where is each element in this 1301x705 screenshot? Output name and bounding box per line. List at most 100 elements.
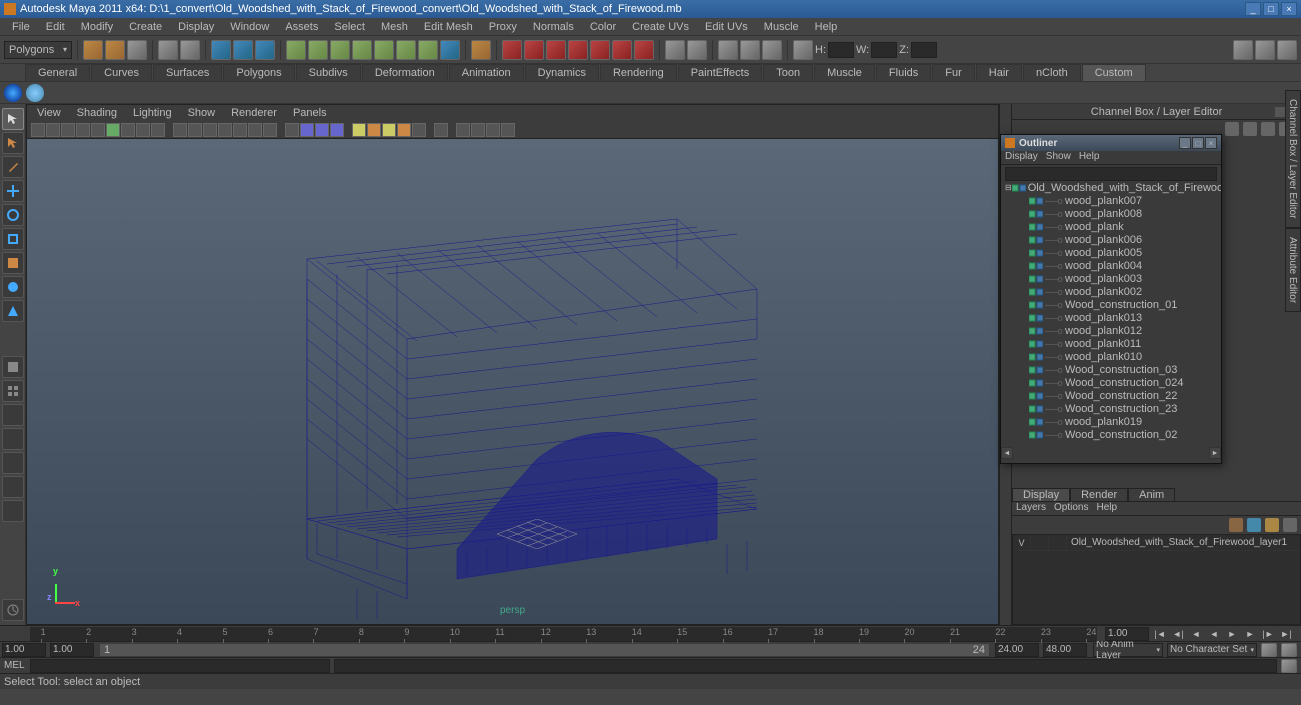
menu-create-uvs[interactable]: Create UVs (624, 19, 697, 35)
show-manip-tool[interactable] (2, 300, 24, 322)
shelf-tab-deformation[interactable]: Deformation (362, 64, 448, 81)
vp-xray-icon[interactable] (263, 123, 277, 137)
layout-custom-icon[interactable] (2, 500, 24, 522)
menu-edit-uvs[interactable]: Edit UVs (697, 19, 756, 35)
rewind-button[interactable]: |◄ (1153, 627, 1167, 641)
vp-textured-icon[interactable] (203, 123, 217, 137)
vp-renderer-icon[interactable] (434, 123, 448, 137)
outliner-tree[interactable]: ⊟Old_Woodshed_with_Stack_of_Firewood──ow… (1001, 181, 1221, 447)
coord-z-input[interactable] (911, 42, 937, 58)
outliner-item[interactable]: ──owood_plank004 (1001, 259, 1221, 272)
open-scene-icon[interactable] (105, 40, 125, 60)
menu-edit[interactable]: Edit (38, 19, 73, 35)
layout-single-icon[interactable] (2, 356, 24, 378)
snap-curve-icon[interactable] (308, 40, 328, 60)
outliner-item[interactable]: ──oWood_construction_23 (1001, 402, 1221, 415)
outliner-hscrollbar[interactable]: ◄ ► (1001, 447, 1221, 459)
vp-image-plane-icon[interactable] (76, 123, 90, 137)
redo-icon[interactable] (180, 40, 200, 60)
rp-mode-icon[interactable] (1225, 122, 1239, 136)
outliner-item[interactable]: ──owood_plank008 (1001, 207, 1221, 220)
soft-mod-tool[interactable] (2, 276, 24, 298)
layer-tab-render[interactable]: Render (1070, 488, 1128, 501)
vp-isolate-icon[interactable] (330, 123, 344, 137)
key-back-button[interactable]: ◄ (1189, 627, 1203, 641)
outliner-item[interactable]: ──owood_plank006 (1001, 233, 1221, 246)
layout-three-icon[interactable] (2, 452, 24, 474)
layer-menu-options[interactable]: Options (1054, 502, 1088, 515)
vp-light-icon[interactable] (218, 123, 232, 137)
outliner-close-button[interactable]: × (1205, 137, 1217, 149)
layer-tab-display[interactable]: Display (1012, 488, 1070, 501)
vp-wireframe-icon[interactable] (173, 123, 187, 137)
menu-select[interactable]: Select (326, 19, 373, 35)
anim-end-field[interactable]: 48.00 (1043, 643, 1087, 657)
outliner-menu-show[interactable]: Show (1046, 151, 1071, 164)
outliner-maximize-button[interactable]: □ (1192, 137, 1204, 149)
layer-icon[interactable] (1229, 518, 1243, 532)
vp-menu-shading[interactable]: Shading (71, 107, 123, 119)
menu-set-selector[interactable]: Polygons (4, 41, 72, 59)
layout-four-icon[interactable] (2, 380, 24, 402)
shelf-tab-custom[interactable]: Custom (1082, 64, 1146, 81)
vp-light-icon[interactable] (367, 123, 381, 137)
menu-create[interactable]: Create (121, 19, 170, 35)
outliner-item[interactable]: ──owood_plank005 (1001, 246, 1221, 259)
coord-w-input[interactable] (871, 42, 897, 58)
vp-light-icon[interactable] (412, 123, 426, 137)
history-icon[interactable] (471, 40, 491, 60)
manip-tool[interactable] (2, 252, 24, 274)
sel-mask-icon[interactable] (211, 40, 231, 60)
menu-help[interactable]: Help (807, 19, 846, 35)
ui-toggle-icon[interactable] (1277, 40, 1297, 60)
render-icon[interactable] (502, 40, 522, 60)
shelf-tab-ncloth[interactable]: nCloth (1023, 64, 1081, 81)
vp-menu-renderer[interactable]: Renderer (225, 107, 283, 119)
range-slider[interactable]: 1.00 1.00 1 24 24.00 48.00 No Anim Layer… (0, 641, 1301, 657)
time-track[interactable]: 123456789101112131415161718192021222324 (30, 627, 1097, 641)
construction-icon[interactable] (762, 40, 782, 60)
vp-isolate-icon[interactable] (300, 123, 314, 137)
vp-menu-view[interactable]: View (31, 107, 67, 119)
expand-toggle-icon[interactable]: ⊟ (1005, 183, 1012, 192)
fast-forward-button[interactable]: ►| (1279, 627, 1293, 641)
sel-mask-icon[interactable] (233, 40, 253, 60)
anim-start-field[interactable]: 1.00 (2, 643, 46, 657)
shelf-tab-toon[interactable]: Toon (763, 64, 813, 81)
render-icon[interactable] (590, 40, 610, 60)
lasso-tool[interactable] (2, 132, 24, 154)
time-slider[interactable]: 123456789101112131415161718192021222324 … (0, 625, 1301, 641)
ipr-render-icon[interactable] (524, 40, 544, 60)
script-editor-icon[interactable] (1281, 659, 1297, 673)
vp-lock-camera-icon[interactable] (46, 123, 60, 137)
layer-type-toggle[interactable] (1031, 536, 1049, 550)
outliner-item[interactable]: ──owood_plank002 (1001, 285, 1221, 298)
shelf-tab-fur[interactable]: Fur (932, 64, 975, 81)
layer-color-swatch[interactable] (1049, 536, 1067, 550)
shelf-tab-general[interactable]: General (25, 64, 90, 81)
key-forward-button[interactable]: ► (1243, 627, 1257, 641)
select-tool[interactable] (2, 108, 24, 130)
render-icon[interactable] (568, 40, 588, 60)
vp-menu-show[interactable]: Show (182, 107, 222, 119)
autokey-toggle-icon[interactable] (1261, 643, 1277, 657)
ui-toggle-icon[interactable] (1233, 40, 1253, 60)
layout-icon[interactable] (687, 40, 707, 60)
outliner-search-input[interactable] (1005, 167, 1217, 181)
render-icon[interactable] (634, 40, 654, 60)
vp-misc-icon[interactable] (501, 123, 515, 137)
undo-icon[interactable] (158, 40, 178, 60)
vp-misc-icon[interactable] (486, 123, 500, 137)
layer-new-selected-icon[interactable] (1283, 518, 1297, 532)
shelf-tab-subdivs[interactable]: Subdivs (296, 64, 361, 81)
vp-isolate-icon[interactable] (285, 123, 299, 137)
snap-icon[interactable] (396, 40, 416, 60)
layout-two-h-icon[interactable] (2, 404, 24, 426)
menu-mesh[interactable]: Mesh (373, 19, 416, 35)
vp-film-gate-icon[interactable] (121, 123, 135, 137)
layer-menu-help[interactable]: Help (1096, 502, 1117, 515)
outliner-item[interactable]: ──oWood_construction_024 (1001, 376, 1221, 389)
vp-gate-mask-icon[interactable] (151, 123, 165, 137)
step-back-button[interactable]: ◄| (1171, 627, 1185, 641)
rp-pin-icon[interactable] (1275, 107, 1285, 117)
